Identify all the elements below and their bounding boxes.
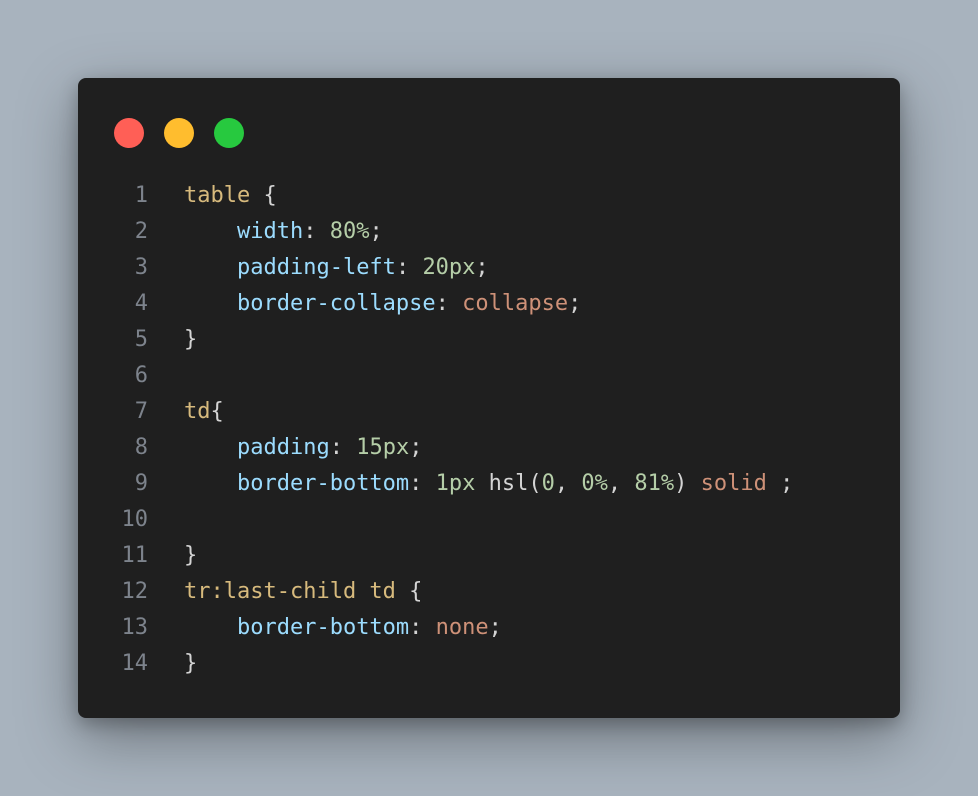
line-number: 7	[134, 398, 148, 424]
code-token: table	[184, 182, 251, 208]
code-token: padding-left	[236, 254, 396, 280]
line-number: 12	[121, 578, 149, 604]
code-token: collapse	[462, 290, 569, 316]
line-number: 10	[121, 506, 149, 532]
code-text: table {	[148, 183, 277, 208]
code-text: border-collapse: collapse;	[148, 291, 581, 316]
line-number: 2	[134, 218, 148, 244]
code-token: none	[435, 614, 489, 640]
line-number: 9	[134, 470, 148, 496]
code-token: :	[435, 290, 463, 316]
code-token: width	[236, 218, 304, 244]
code-token: ,	[554, 470, 582, 496]
code-token: }	[184, 650, 198, 676]
code-token: border-bottom	[236, 470, 410, 496]
code-line: 8 padding: 15px;	[78, 429, 900, 465]
code-line: 9 border-bottom: 1px hsl(0, 0%, 81%) sol…	[78, 465, 900, 501]
code-window: 1 table {2 width: 80%; 3 padding-left: 20p…	[78, 78, 900, 718]
code-text: }	[148, 543, 197, 568]
code-token: ;	[568, 290, 582, 316]
code-line: 6	[78, 357, 900, 393]
code-text: padding: 15px;	[148, 435, 422, 460]
code-text: border-bottom: 1px hsl(0, 0%, 81%) solid…	[148, 471, 793, 496]
code-token: 80%	[329, 218, 370, 244]
line-number: 1	[134, 182, 148, 208]
code-text: border-bottom: none;	[148, 615, 502, 640]
code-token: :	[329, 434, 357, 460]
code-token: {	[210, 398, 224, 424]
code-line: 7 td{	[78, 393, 900, 429]
code-text: }	[148, 651, 197, 676]
line-number: 4	[134, 290, 148, 316]
code-text: tr:last-child td {	[148, 579, 422, 604]
code-token: 15px	[356, 434, 410, 460]
code-block: 1 table {2 width: 80%; 3 padding-left: 20p…	[78, 177, 900, 681]
code-line: 11}	[78, 537, 900, 573]
window-controls	[114, 118, 244, 148]
code-token: :	[303, 218, 330, 244]
line-number: 8	[134, 434, 148, 460]
code-line: 2 width: 80%;	[78, 213, 900, 249]
line-number: 3	[134, 254, 148, 280]
code-token: 20px	[422, 254, 476, 280]
minimize-dot-icon[interactable]	[164, 118, 194, 148]
code-line: 14}	[78, 645, 900, 681]
code-line: 4 border-collapse: collapse;	[78, 285, 900, 321]
code-line: 10	[78, 501, 900, 537]
close-dot-icon[interactable]	[114, 118, 144, 148]
code-token: ,	[607, 470, 635, 496]
code-text: padding-left: 20px;	[148, 255, 489, 280]
line-number: 14	[121, 650, 149, 676]
code-token: 81%	[634, 470, 675, 496]
code-token: ;	[488, 614, 502, 640]
code-token: td	[184, 398, 211, 424]
code-token: )	[674, 470, 701, 496]
code-text: width: 80%;	[148, 219, 383, 244]
code-token: 0	[541, 470, 555, 496]
line-number: 5	[134, 326, 148, 352]
code-token: :	[409, 470, 436, 496]
code-line: 5}	[78, 321, 900, 357]
code-token: ;	[409, 434, 423, 460]
code-token: :	[395, 254, 423, 280]
code-token: border-collapse	[236, 290, 436, 316]
line-number: 13	[121, 614, 149, 640]
code-token: solid	[700, 470, 767, 496]
code-token: :	[409, 614, 436, 640]
line-number: 11	[121, 542, 149, 568]
code-token: padding	[236, 434, 330, 460]
code-line: 13 border-bottom: none;	[78, 609, 900, 645]
code-token: {	[395, 578, 423, 604]
code-text: }	[148, 327, 197, 352]
code-text: td{	[148, 399, 224, 424]
code-token: 0%	[581, 470, 608, 496]
code-token: }	[184, 326, 198, 352]
code-line: 3 padding-left: 20px;	[78, 249, 900, 285]
line-number: 6	[134, 362, 148, 388]
code-token: hsl(	[475, 470, 542, 496]
code-token: ;	[369, 218, 383, 244]
code-line: 12 tr:last-child td {	[78, 573, 900, 609]
code-token: ;	[766, 470, 794, 496]
code-token: }	[184, 542, 198, 568]
maximize-dot-icon[interactable]	[214, 118, 244, 148]
code-line: 1 table {	[78, 177, 900, 213]
code-token: border-bottom	[236, 614, 410, 640]
code-token: {	[250, 182, 277, 208]
code-token: tr:last-child td	[184, 578, 396, 604]
code-token: 1px	[435, 470, 476, 496]
code-token: ;	[475, 254, 489, 280]
